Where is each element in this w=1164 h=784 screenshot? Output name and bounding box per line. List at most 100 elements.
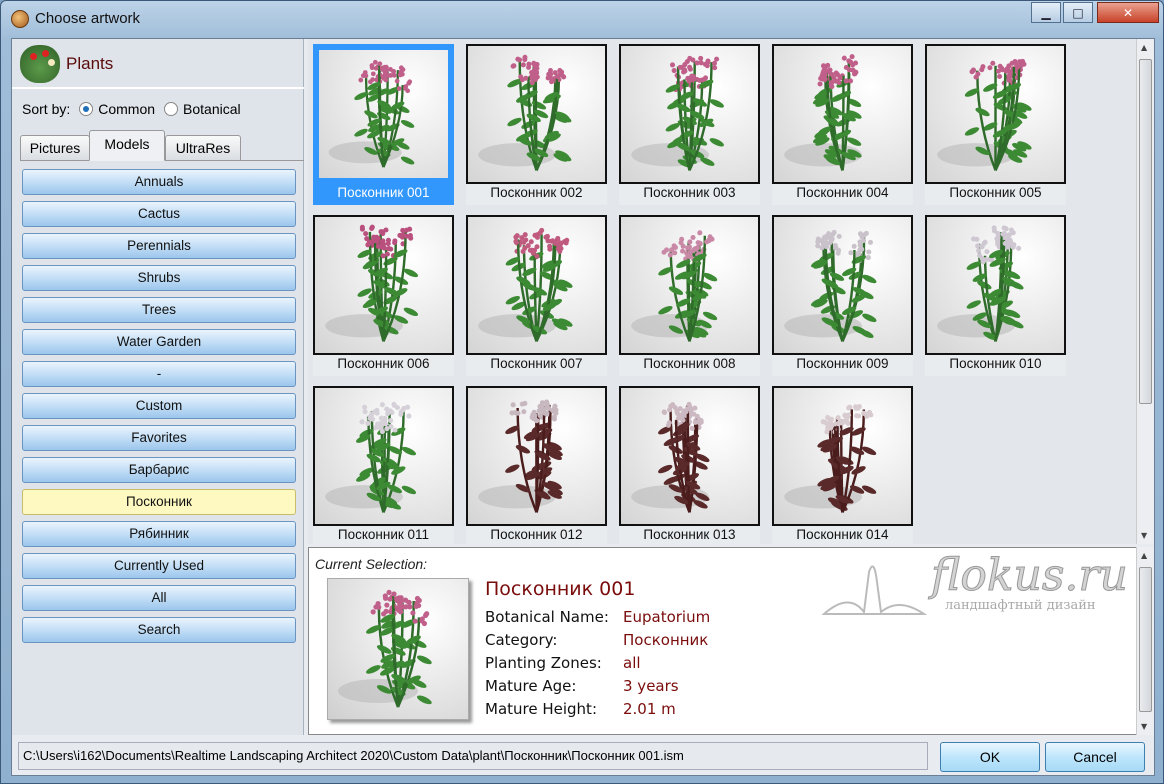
artwork-label: Посконник 008 — [643, 356, 736, 371]
tab-models[interactable]: Models — [89, 130, 165, 161]
scrollbar-thumb[interactable] — [1139, 567, 1152, 712]
current-selection-heading: Current Selection: — [315, 556, 428, 572]
artwork-label: Посконник 013 — [643, 527, 736, 542]
plant-thumbnail[interactable] — [925, 215, 1066, 355]
sort-options: Sort by: Common Botanical — [22, 101, 241, 117]
category-button[interactable]: Water Garden — [22, 329, 296, 355]
artwork-label: Посконник 006 — [337, 356, 430, 371]
artwork-tile[interactable]: Посконник 003 — [619, 44, 760, 205]
category-button[interactable]: Посконник — [22, 489, 296, 515]
artwork-label: Посконник 005 — [949, 185, 1042, 200]
details-scrollbar[interactable]: ▲ ▼ — [1136, 547, 1154, 735]
artwork-tile[interactable]: Посконник 012 — [466, 386, 607, 544]
detail-key: Mature Age: — [485, 677, 577, 695]
artwork-label: Посконник 014 — [796, 527, 889, 542]
detail-key: Planting Zones: — [485, 654, 602, 672]
artwork-tile[interactable]: Посконник 001 — [313, 44, 454, 205]
plant-thumbnail[interactable] — [772, 44, 913, 184]
sort-common-label[interactable]: Common — [98, 101, 155, 117]
grid-scrollbar[interactable]: ▲ ▼ — [1136, 39, 1154, 544]
tab-ultrares[interactable]: UltraRes — [165, 135, 241, 161]
category-button[interactable]: Custom — [22, 393, 296, 419]
scroll-up-icon[interactable]: ▲ — [1141, 43, 1147, 52]
category-button[interactable]: Trees — [22, 297, 296, 323]
detail-row: Planting Zones: all — [485, 654, 641, 672]
artwork-tile[interactable]: Посконник 010 — [925, 215, 1066, 376]
plant-thumbnail[interactable] — [466, 44, 607, 184]
selection-preview-image — [327, 578, 469, 720]
artwork-tile[interactable]: Посконник 011 — [313, 386, 454, 544]
detail-value: Посконник — [623, 631, 709, 649]
scroll-down-icon[interactable]: ▼ — [1141, 722, 1147, 731]
plant-thumbnail[interactable] — [313, 386, 454, 526]
plant-thumbnail[interactable] — [772, 215, 913, 355]
artwork-tile[interactable]: Посконник 009 — [772, 215, 913, 376]
category-button[interactable]: Annuals — [22, 169, 296, 195]
plant-thumbnail[interactable] — [466, 386, 607, 526]
artwork-label: Посконник 007 — [490, 356, 583, 371]
detail-key: Botanical Name: — [485, 608, 609, 626]
file-path-field[interactable]: C:\Users\i162\Documents\Realtime Landsca… — [18, 742, 928, 770]
detail-row: Mature Height: 2.01 m — [485, 700, 676, 718]
artwork-tile[interactable]: Посконник 006 — [313, 215, 454, 376]
category-button[interactable]: Favorites — [22, 425, 296, 451]
artwork-tile[interactable]: Посконник 007 — [466, 215, 607, 376]
artwork-label: Посконник 004 — [796, 185, 889, 200]
window-title: Choose artwork — [35, 10, 141, 27]
app-icon — [11, 10, 29, 28]
category-button[interactable]: Perennials — [22, 233, 296, 259]
category-button[interactable]: Currently Used — [22, 553, 296, 579]
artwork-tile[interactable]: Посконник 013 — [619, 386, 760, 544]
detail-value: Eupatorium — [623, 608, 711, 626]
tab-bar: Pictures Models UltraRes — [20, 130, 304, 161]
library-header: Plants — [12, 39, 304, 89]
detail-row: Botanical Name: Eupatorium — [485, 608, 710, 626]
tab-pictures[interactable]: Pictures — [20, 135, 90, 161]
sort-botanical-radio[interactable] — [164, 102, 179, 116]
detail-key: Category: — [485, 631, 558, 649]
plant-thumbnail[interactable] — [619, 386, 760, 526]
artwork-label: Посконник 012 — [490, 527, 583, 542]
current-selection-panel: Current Selection: Посконник 001 Botanic… — [308, 547, 1138, 735]
artwork-tile[interactable]: Посконник 008 — [619, 215, 760, 376]
choose-artwork-dialog: Choose artwork ▁ □ ✕ Plants Sort by: Com… — [0, 0, 1164, 784]
minimize-button[interactable]: ▁ — [1031, 2, 1061, 23]
ok-button[interactable]: OK — [940, 742, 1040, 772]
close-button[interactable]: ✕ — [1097, 2, 1159, 23]
category-button[interactable]: Рябинник — [22, 521, 296, 547]
detail-key: Mature Height: — [485, 700, 597, 718]
flokus-watermark: flokus.ru ландшафтный дизайн — [819, 550, 1129, 622]
sort-botanical-label[interactable]: Botanical — [183, 101, 241, 117]
scroll-down-icon[interactable]: ▼ — [1141, 531, 1147, 540]
detail-value: 2.01 m — [623, 700, 676, 718]
artwork-label: Посконник 011 — [337, 527, 430, 542]
sort-common-radio[interactable] — [79, 102, 94, 116]
cancel-button[interactable]: Cancel — [1045, 742, 1145, 772]
detail-value: all — [623, 654, 641, 672]
plant-thumbnail[interactable] — [466, 215, 607, 355]
plant-thumbnail[interactable] — [313, 215, 454, 355]
category-button[interactable]: Cactus — [22, 201, 296, 227]
category-button[interactable]: All — [22, 585, 296, 611]
maximize-button[interactable]: □ — [1063, 2, 1093, 23]
plant-thumbnail[interactable] — [619, 215, 760, 355]
artwork-tile[interactable]: Посконник 014 — [772, 386, 913, 544]
scroll-up-icon[interactable]: ▲ — [1141, 551, 1147, 560]
category-button[interactable]: Search — [22, 617, 296, 643]
artwork-tile[interactable]: Посконник 005 — [925, 44, 1066, 205]
scrollbar-thumb[interactable] — [1139, 59, 1152, 404]
artwork-label: Посконник 002 — [490, 185, 583, 200]
plant-thumbnail[interactable] — [772, 386, 913, 526]
category-button[interactable]: Барбарис — [22, 457, 296, 483]
category-button[interactable]: Shrubs — [22, 265, 296, 291]
plant-thumbnail[interactable] — [619, 44, 760, 184]
plant-thumbnail[interactable] — [313, 44, 454, 184]
plant-thumbnail[interactable] — [925, 44, 1066, 184]
artwork-tile[interactable]: Посконник 002 — [466, 44, 607, 205]
plants-logo-icon — [20, 45, 60, 83]
artwork-grid: Посконник 001 Посконник 002 Посконник 003 П… — [308, 39, 1138, 544]
watermark-subtitle: ландшафтный дизайн — [945, 598, 1096, 613]
category-button[interactable]: - — [22, 361, 296, 387]
sort-label: Sort by: — [22, 101, 71, 117]
artwork-tile[interactable]: Посконник 004 — [772, 44, 913, 205]
